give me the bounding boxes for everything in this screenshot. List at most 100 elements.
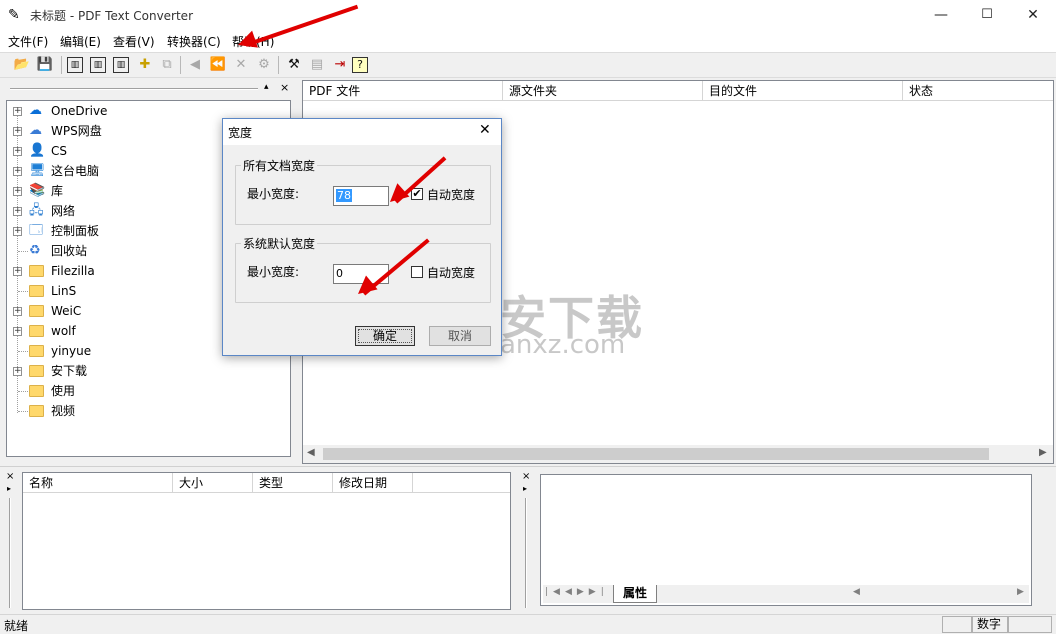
expand-icon[interactable]: +: [13, 307, 22, 316]
hammer-icon[interactable]: ⚒: [284, 55, 304, 75]
menu-view[interactable]: 查看(V): [113, 33, 155, 50]
expand-icon[interactable]: ▸: [523, 484, 527, 493]
gear-icon: ⚙: [258, 57, 270, 72]
tree-item[interactable]: 使用: [11, 381, 281, 401]
tree-item-label: CS: [51, 144, 67, 158]
column-name[interactable]: 名称: [23, 473, 173, 493]
expand-icon[interactable]: +: [13, 167, 22, 176]
expand-icon[interactable]: +: [13, 367, 22, 376]
properties-icon: ▤: [310, 57, 324, 72]
view-icon[interactable]: ▥: [67, 57, 83, 73]
group-system-default-legend: 系统默认宽度: [241, 235, 318, 252]
tree-item[interactable]: 视频: [11, 401, 281, 421]
tree-item-label: 控制面板: [51, 224, 100, 238]
folder-icon: [29, 285, 44, 297]
exit-icon[interactable]: ⇥: [330, 55, 350, 75]
scroll-right-icon[interactable]: ▶: [1039, 447, 1047, 458]
recycle-icon: ♻: [29, 243, 41, 258]
scroll-right-icon[interactable]: ▶: [1017, 587, 1024, 597]
tree-line: [18, 411, 28, 412]
min-width-label: 最小宽度:: [247, 187, 300, 201]
auto-width-checkbox[interactable]: [411, 266, 423, 278]
min-width-input[interactable]: 78: [333, 186, 389, 206]
column-size[interactable]: 大小: [173, 473, 253, 493]
tree-line: [18, 351, 28, 352]
control-icon: 🗔: [29, 223, 44, 238]
open-icon[interactable]: 📂: [12, 55, 32, 75]
min-width-label: 最小宽度:: [247, 265, 300, 279]
view-icon[interactable]: ▥: [113, 57, 129, 73]
auto-width-label: 自动宽度: [427, 188, 476, 202]
tab-nav-icon[interactable]: |◀◀▶▶|: [545, 587, 617, 601]
file-panel-grip: × ▸: [2, 470, 18, 610]
copy-icon: ⧉: [162, 57, 172, 72]
expand-icon[interactable]: +: [13, 327, 22, 336]
toolbar-separator: [180, 56, 181, 74]
column-type[interactable]: 类型: [253, 473, 333, 493]
user-icon: 👤: [29, 143, 46, 158]
close-panel-icon[interactable]: ×: [522, 471, 530, 482]
expand-icon[interactable]: +: [13, 107, 22, 116]
tree-line: [18, 251, 28, 252]
tree-item-label: 库: [51, 184, 64, 198]
help-icon[interactable]: ?: [352, 57, 368, 73]
dialog-close-icon[interactable]: ✕: [479, 122, 491, 138]
auto-width-checkbox[interactable]: ✔: [411, 188, 423, 200]
tree-item-label: WeiC: [51, 304, 82, 318]
cloud-icon: ☁: [29, 123, 42, 138]
status-text: 就绪: [4, 619, 29, 633]
tree-item-label: 这台电脑: [51, 164, 100, 178]
collapse-icon[interactable]: ▴: [264, 82, 269, 92]
menu-edit[interactable]: 编辑(E): [60, 33, 101, 50]
expand-icon[interactable]: +: [13, 227, 22, 236]
tree-item-label: WPS网盘: [51, 124, 102, 138]
title-bar: ✎ 未标题 - PDF Text Converter — ☐ ✕: [0, 0, 1056, 30]
folder-icon: [29, 385, 44, 397]
expand-icon[interactable]: +: [13, 267, 22, 276]
close-panel-icon[interactable]: ×: [6, 471, 14, 482]
width-dialog: 宽度 ✕ 所有文档宽度 最小宽度: 78 ✔ 自动宽度 系统默认宽度 最小宽度:…: [222, 118, 502, 356]
save-icon[interactable]: 💾: [35, 55, 55, 75]
toolbar-separator: [278, 56, 279, 74]
menu-file[interactable]: 文件(F): [8, 33, 48, 50]
cancel-button[interactable]: 取消: [429, 326, 491, 346]
column-status[interactable]: 状态: [903, 81, 1053, 101]
close-panel-icon[interactable]: ×: [280, 81, 289, 94]
close-button[interactable]: ✕: [1010, 0, 1056, 30]
expand-icon[interactable]: +: [13, 187, 22, 196]
tree-panel-header: ▴ ×: [4, 80, 294, 100]
tree-item-label: 视频: [51, 404, 76, 418]
status-bar: [0, 614, 1056, 634]
menu-bar: [0, 30, 1056, 52]
scrollbar-thumb[interactable]: [323, 448, 989, 460]
column-destination-file[interactable]: 目的文件: [703, 81, 903, 101]
maximize-button[interactable]: ☐: [964, 0, 1010, 30]
properties-panel: |◀◀▶▶| 属性 ◀ ▶: [540, 474, 1032, 606]
tree-item[interactable]: + 安下载: [11, 361, 281, 381]
minimize-button[interactable]: —: [918, 0, 964, 30]
tab-properties[interactable]: 属性: [613, 585, 657, 603]
horizontal-scrollbar[interactable]: ◀ ▶: [303, 445, 1053, 463]
tree-item-label: 回收站: [51, 244, 88, 258]
ok-button[interactable]: 确定: [355, 326, 415, 346]
watermark-url: anxz.com: [500, 330, 626, 360]
folder-icon: [29, 325, 44, 337]
folder-icon: [29, 305, 44, 317]
scroll-left-icon[interactable]: ◀: [853, 587, 860, 597]
folder-icon: [29, 405, 44, 417]
scroll-left-icon[interactable]: ◀: [307, 447, 315, 458]
library-icon: 📚: [29, 183, 46, 198]
column-pdf-file[interactable]: PDF 文件: [303, 81, 503, 101]
column-source-folder[interactable]: 源文件夹: [503, 81, 703, 101]
file-list[interactable]: 名称 大小 类型 修改日期: [22, 472, 511, 610]
column-modified[interactable]: 修改日期: [333, 473, 413, 493]
expand-icon[interactable]: ▸: [7, 484, 11, 493]
auto-width-label: 自动宽度: [427, 266, 476, 280]
expand-icon[interactable]: +: [13, 207, 22, 216]
menu-converter[interactable]: 转换器(C): [167, 33, 221, 50]
add-icon[interactable]: ✚: [135, 55, 155, 75]
onedrive-icon: ☁: [29, 103, 42, 118]
expand-icon[interactable]: +: [13, 127, 22, 136]
view-icon[interactable]: ▥: [90, 57, 106, 73]
expand-icon[interactable]: +: [13, 147, 22, 156]
